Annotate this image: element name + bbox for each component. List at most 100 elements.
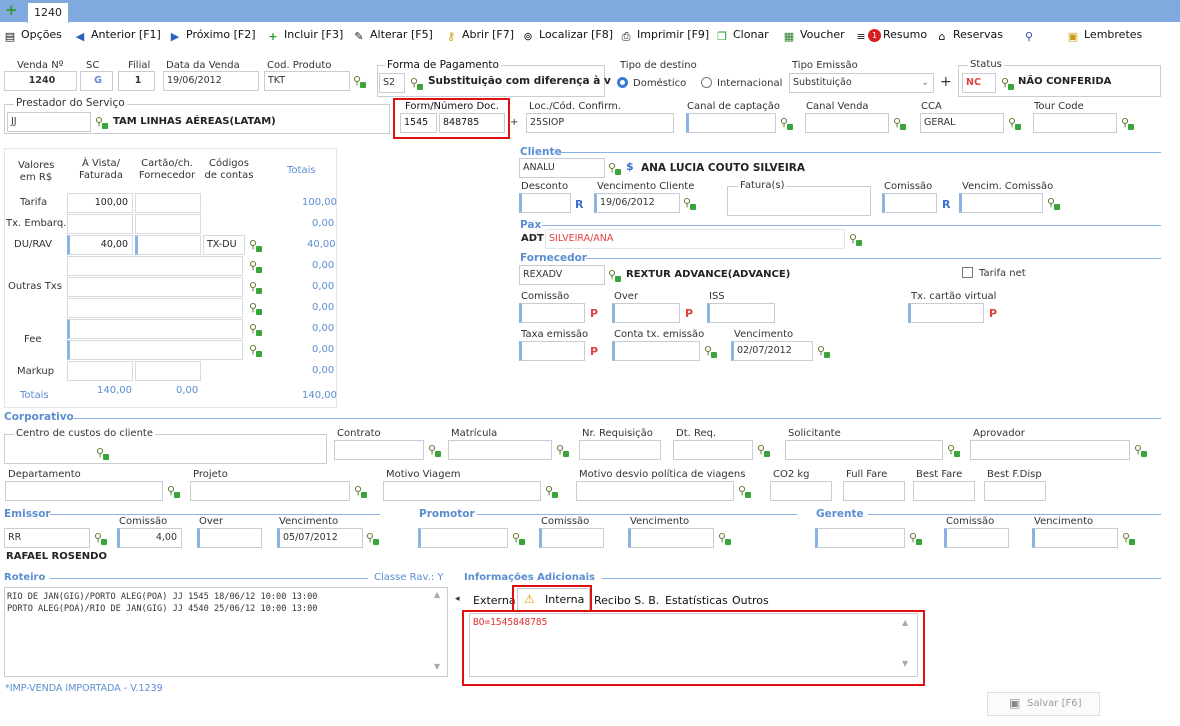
search-icon[interactable]: ⚲ <box>545 484 558 498</box>
domestic-radio[interactable] <box>617 77 628 88</box>
best-fare-available-field[interactable] <box>984 481 1046 501</box>
search-icon[interactable]: ⚲ <box>249 280 262 294</box>
registration-field[interactable] <box>448 440 552 460</box>
scroll-down-icon[interactable]: ▼ <box>434 662 440 671</box>
branch-field[interactable]: 1 <box>118 71 155 91</box>
search-icon[interactable]: ⚲ <box>249 343 262 357</box>
search-icon[interactable]: ⚲ <box>738 484 751 498</box>
r-button[interactable]: R <box>942 198 950 211</box>
voucher-button[interactable]: ▦ Voucher <box>782 28 845 43</box>
trip-reason-field[interactable] <box>383 481 541 501</box>
search-icon[interactable]: ⚲ <box>249 238 262 252</box>
project-field[interactable] <box>190 481 350 501</box>
search-icon[interactable]: ⚲ <box>608 161 621 175</box>
tour-code-field[interactable] <box>1033 113 1117 133</box>
search-icon[interactable]: ⚲ <box>817 344 830 358</box>
reminders-button[interactable]: ▣ Lembretes <box>1066 28 1142 43</box>
new-tab-icon[interactable]: + <box>5 3 19 18</box>
search-icon[interactable]: ⚲ <box>96 446 109 460</box>
pax-name-field[interactable]: SILVEIRA/ANA <box>545 229 845 249</box>
supplier-code-field[interactable]: REXADV <box>519 265 605 285</box>
search-icon[interactable]: ⚲ <box>410 76 423 90</box>
capture-channel-field[interactable] <box>686 113 776 133</box>
search-icon[interactable]: ⚲ <box>354 484 367 498</box>
promoter-due-field[interactable] <box>628 528 714 548</box>
search-icon[interactable]: ⚲ <box>780 116 793 130</box>
tab-estatisticas[interactable]: Estatísticas <box>665 594 728 607</box>
include-button[interactable]: + Incluir [F3] <box>266 28 343 43</box>
sale-number-field[interactable]: 1240 <box>4 71 77 91</box>
search-icon[interactable]: ⚲ <box>1122 531 1135 545</box>
summary-button[interactable]: ≡ 1 Resumo <box>854 28 927 43</box>
attach-button[interactable]: ⚲ <box>1022 28 1040 43</box>
issuer-code-field[interactable]: RR <box>4 528 90 548</box>
reservations-button[interactable]: ⌂ Reservas <box>935 28 1003 43</box>
issuer-over-field[interactable] <box>197 528 262 548</box>
department-field[interactable] <box>5 481 163 501</box>
print-button[interactable]: ⎙ Imprimir [F9] <box>619 28 710 43</box>
search-icon[interactable]: ⚲ <box>608 268 621 282</box>
commission-due-field[interactable] <box>959 193 1043 213</box>
search-icon[interactable]: ⚲ <box>683 196 696 210</box>
issuer-commission-field[interactable]: 4,00 <box>117 528 182 548</box>
payment-code-field[interactable]: S2 <box>379 73 405 93</box>
iss-field[interactable] <box>707 303 775 323</box>
r-button[interactable]: R <box>575 198 583 211</box>
dollar-icon[interactable]: $ <box>626 160 634 173</box>
fee-row-1[interactable] <box>67 319 243 339</box>
manager-commission-field[interactable] <box>944 528 1009 548</box>
edit-button[interactable]: ✎ Alterar [F5] <box>352 28 432 43</box>
tab-record[interactable]: 1240 <box>27 2 69 23</box>
search-icon[interactable]: ⚲ <box>757 443 770 457</box>
open-button[interactable]: ⚷ Abrir [F7] <box>444 28 514 43</box>
clone-button[interactable]: ❐ Clonar <box>715 28 769 43</box>
search-icon[interactable]: ⚲ <box>704 344 717 358</box>
p-button[interactable]: P <box>590 307 598 320</box>
fee-row-2[interactable] <box>67 340 243 360</box>
emission-type-select[interactable]: Substituição <box>789 73 934 93</box>
search-icon[interactable]: ⚲ <box>428 443 441 457</box>
search-icon[interactable]: ⚲ <box>556 443 569 457</box>
markup-cash-field[interactable] <box>67 361 133 381</box>
plus-icon[interactable]: + <box>510 117 518 128</box>
search-icon[interactable]: ⚲ <box>249 301 262 315</box>
manager-due-field[interactable] <box>1032 528 1118 548</box>
tabs-overflow-icon[interactable]: ◂ <box>455 594 460 604</box>
sales-channel-field[interactable] <box>805 113 889 133</box>
policy-deviation-field[interactable] <box>576 481 734 501</box>
request-date-field[interactable] <box>673 440 753 460</box>
manager-code-field[interactable] <box>815 528 905 548</box>
search-icon[interactable]: ⚲ <box>366 531 379 545</box>
next-button[interactable]: ▶ Próximo [F2] <box>168 28 256 43</box>
du-cash-field[interactable]: 40,00 <box>67 235 133 255</box>
fare-card-field[interactable] <box>135 193 201 213</box>
search-icon[interactable]: ⚲ <box>249 322 262 336</box>
boarding-cash-field[interactable] <box>67 214 133 234</box>
search-icon[interactable]: ⚲ <box>1121 116 1134 130</box>
product-code-field[interactable]: TKT <box>264 71 350 91</box>
supplier-due-field[interactable]: 02/07/2012 <box>731 341 813 361</box>
search-icon[interactable]: ⚲ <box>94 531 107 545</box>
international-radio[interactable] <box>701 77 712 88</box>
issuer-due-field[interactable]: 05/07/2012 <box>277 528 363 548</box>
fare-cash-field[interactable]: 100,00 <box>67 193 133 213</box>
full-fare-field[interactable] <box>843 481 905 501</box>
search-icon[interactable]: ⚲ <box>353 74 366 88</box>
other-tax-row-2[interactable] <box>67 277 243 297</box>
tab-recibo[interactable]: Recibo S. B. <box>594 594 659 607</box>
search-icon[interactable]: ⚲ <box>167 484 180 498</box>
search-icon[interactable]: ⚲ <box>512 531 525 545</box>
sc-field[interactable]: G <box>80 71 113 91</box>
cca-field[interactable]: GERAL <box>920 113 1004 133</box>
approver-field[interactable] <box>970 440 1130 460</box>
emission-account-field[interactable] <box>612 341 700 361</box>
over-field[interactable] <box>612 303 680 323</box>
requester-field[interactable] <box>785 440 943 460</box>
add-icon[interactable]: + <box>940 74 952 90</box>
tab-externa[interactable]: Externa <box>473 594 516 607</box>
discount-field[interactable] <box>519 193 571 213</box>
search-icon[interactable]: ⚲ <box>849 232 862 246</box>
search-icon[interactable]: ⚲ <box>1134 443 1147 457</box>
p-button[interactable]: P <box>590 345 598 358</box>
client-due-field[interactable]: 19/06/2012 <box>594 193 680 213</box>
